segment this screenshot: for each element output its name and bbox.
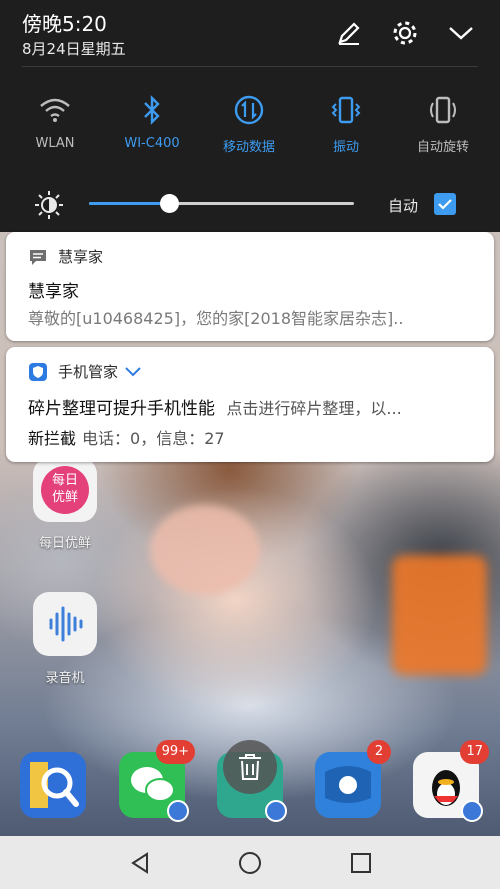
tile-auto-rotate[interactable]: 自动旋转 bbox=[398, 92, 488, 155]
recents-square-icon bbox=[351, 853, 371, 873]
brightness-slider-knob[interactable] bbox=[159, 194, 179, 213]
nav-recents-button[interactable] bbox=[341, 846, 381, 880]
message-icon bbox=[30, 249, 46, 265]
brightness-slider[interactable] bbox=[89, 194, 354, 213]
chat-bubble-icon bbox=[325, 766, 371, 803]
notification-shade: 傍晚5:20 8月24日星期五 WLAN WI-C400 移动数据 振动 自动旋… bbox=[0, 0, 500, 232]
trash-icon bbox=[239, 754, 261, 780]
wechat-unread-badge: 99+ bbox=[155, 740, 195, 764]
wifi-icon bbox=[40, 98, 70, 122]
secure-badge-icon bbox=[461, 800, 483, 822]
wallpaper-hand bbox=[150, 505, 260, 595]
tile-auto-rotate-label: 自动旋转 bbox=[416, 140, 469, 155]
brightness-slider-fill bbox=[89, 202, 169, 205]
brightness-icon bbox=[35, 191, 63, 219]
phone-manager-shield-icon bbox=[29, 362, 47, 381]
notification-card-phone-manager[interactable]: 手机管家 碎片整理可提升手机性能 点击进行碎片整理，以... 新拦截 电话：0，信… bbox=[6, 347, 494, 462]
dock-qq-app[interactable]: 17 bbox=[413, 740, 489, 822]
bluetooth-icon bbox=[144, 95, 160, 125]
nav-home-button[interactable] bbox=[230, 846, 270, 880]
trash-button[interactable] bbox=[223, 740, 277, 794]
notification-app-name: 手机管家 bbox=[58, 363, 119, 381]
notification-title-suffix: 点击进行碎片整理，以... bbox=[226, 399, 402, 418]
tile-vibrate-label: 振动 bbox=[332, 140, 359, 155]
gear-icon bbox=[393, 21, 417, 45]
secure-badge-icon bbox=[265, 800, 287, 822]
qq-unread-badge: 17 bbox=[460, 740, 489, 764]
app-label-recorder: 录音机 bbox=[45, 671, 85, 686]
notification-app-name: 慧享家 bbox=[58, 248, 104, 266]
dock-mail-app[interactable]: 2 bbox=[315, 740, 391, 818]
edit-button[interactable] bbox=[334, 18, 364, 48]
tile-bluetooth-label: WI-C400 bbox=[124, 136, 180, 151]
notification-body: 尊敬的[u10468425]，您的家[2018智能家居杂志].. bbox=[28, 309, 404, 328]
notification-title: 慧享家 bbox=[28, 282, 79, 302]
daily-fresh-icon: 每日 优鲜 bbox=[41, 466, 89, 514]
intercept-stats: 电话：0，信息：27 bbox=[82, 429, 225, 448]
app-daily-fresh[interactable]: 每日 优鲜 bbox=[33, 458, 97, 522]
vibrate-icon bbox=[331, 96, 361, 124]
secure-badge-icon bbox=[167, 800, 189, 822]
app-recorder[interactable] bbox=[33, 592, 97, 656]
chevron-down-icon bbox=[449, 27, 473, 40]
back-triangle-icon bbox=[131, 852, 148, 874]
status-time: 傍晚5:20 bbox=[22, 12, 107, 36]
header-divider bbox=[22, 66, 478, 67]
settings-button[interactable] bbox=[390, 18, 420, 48]
home-circle-icon bbox=[239, 852, 261, 874]
dock-wechat-app[interactable]: 99+ bbox=[119, 740, 195, 822]
tile-wlan-label: WLAN bbox=[35, 136, 75, 151]
expand-button[interactable] bbox=[446, 18, 476, 48]
intercept-label: 新拦截 bbox=[28, 429, 77, 448]
nav-back-button[interactable] bbox=[120, 846, 160, 880]
tile-wlan[interactable]: WLAN bbox=[10, 92, 100, 151]
checkmark-icon bbox=[438, 199, 452, 210]
wallpaper-object bbox=[392, 555, 487, 675]
pencil-icon bbox=[338, 22, 360, 45]
notification-title: 碎片整理可提升手机性能 点击进行碎片整理，以... bbox=[28, 394, 402, 419]
notification-intercept-row: 新拦截 电话：0，信息：27 bbox=[28, 425, 225, 449]
auto-brightness-label: 自动 bbox=[388, 197, 419, 215]
mobile-data-icon bbox=[234, 95, 264, 125]
tile-vibrate[interactable]: 振动 bbox=[301, 92, 391, 155]
tile-bluetooth[interactable]: WI-C400 bbox=[107, 92, 197, 151]
dock-browser-app[interactable] bbox=[20, 752, 86, 818]
recorder-waveform-icon bbox=[49, 606, 83, 642]
notification-title-text: 碎片整理可提升手机性能 bbox=[28, 399, 215, 419]
magnifier-icon bbox=[30, 762, 79, 808]
mail-unread-badge: 2 bbox=[367, 740, 391, 764]
chevron-down-icon[interactable] bbox=[124, 366, 142, 378]
auto-rotate-icon bbox=[430, 96, 456, 124]
tile-mobile-data[interactable]: 移动数据 bbox=[204, 92, 294, 155]
auto-brightness-checkbox[interactable] bbox=[434, 193, 456, 215]
tile-mobile-data-label: 移动数据 bbox=[222, 140, 275, 155]
navigation-bar bbox=[0, 836, 500, 889]
status-date: 8月24日星期五 bbox=[22, 40, 126, 58]
app-label-daily-fresh: 每日优鲜 bbox=[38, 536, 91, 551]
notification-card-huixiangjia[interactable]: 慧享家 慧享家 尊敬的[u10468425]，您的家[2018智能家居杂志].. bbox=[6, 232, 494, 341]
